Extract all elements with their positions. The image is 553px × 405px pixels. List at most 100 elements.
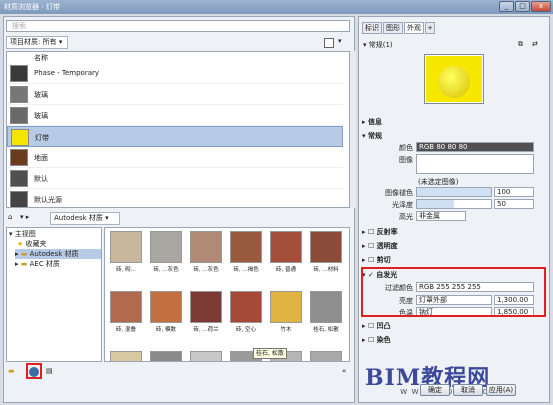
material-tile[interactable]: 砖, ...荷兰 — [187, 291, 225, 343]
preview-background — [426, 56, 482, 102]
tree-item-aec[interactable]: ▸ ▬ AEC 材质 — [15, 259, 60, 269]
material-tile[interactable]: 砖, ...灰色 — [187, 231, 225, 283]
close-button[interactable]: x — [531, 1, 551, 12]
material-swatch — [11, 129, 29, 146]
section-info[interactable]: ▸ 信息 — [362, 116, 544, 128]
minimize-button[interactable]: _ — [499, 1, 514, 12]
library-bar: ⌂ ▾ ▸ Autodesk 材质 ▾ — [6, 212, 350, 225]
section-tint-label: 染色 — [376, 336, 391, 344]
section-bump-label: 凹凸 — [376, 322, 391, 330]
tile-swatch — [150, 231, 182, 263]
search-input[interactable]: 搜索 — [6, 20, 350, 32]
gloss-slider[interactable] — [416, 199, 492, 209]
material-tile[interactable]: 砖, 普通 — [267, 231, 305, 283]
tab-add[interactable]: + — [425, 22, 435, 34]
maximize-button[interactable]: □ — [515, 1, 530, 12]
material-name: 常规(1) — [368, 41, 393, 49]
nav-arrow-icon[interactable]: ▾ ▸ — [20, 213, 29, 221]
duplicate-icon[interactable]: ⧉ — [518, 40, 523, 49]
replace-icon[interactable]: ⇄ — [532, 40, 538, 48]
color-field[interactable]: RGB 80 80 80 — [416, 142, 534, 152]
collapse-icon[interactable]: « — [342, 367, 346, 375]
list-item[interactable]: 默认 — [7, 168, 343, 189]
material-tile[interactable]: 桂石, 松散 — [307, 291, 345, 343]
tile-caption: 砖, ...灰色 — [153, 267, 179, 273]
tile-swatch — [150, 291, 182, 323]
tile-caption: 竹木 — [280, 327, 292, 333]
gloss-value[interactable]: 50 — [494, 199, 534, 209]
window-title: 材质浏览器 - 灯带 — [4, 3, 60, 11]
apply-button[interactable]: 应用(A) — [486, 384, 516, 396]
view-options-icon[interactable]: ▾ — [338, 37, 342, 45]
cancel-button[interactable]: 取消 — [453, 384, 483, 396]
preview-sphere — [438, 66, 470, 98]
panel-icon[interactable]: ▤ — [46, 367, 53, 375]
library-tree: ▾ 主视图 ★ 收藏夹 ▸ ▬ Autodesk 材质 ▸ ▬ AEC 材质 — [6, 227, 102, 362]
gloss-label: 光泽度 — [392, 201, 413, 209]
fade-slider[interactable] — [416, 187, 492, 197]
project-row: 项目材质: 所有 ▾ ▾ — [6, 36, 350, 49]
material-preview[interactable] — [424, 54, 484, 104]
list-item[interactable]: 玻璃 — [7, 105, 343, 126]
material-tile[interactable]: 砖, 模数 — [147, 291, 185, 343]
tile-swatch — [230, 231, 262, 263]
tile-swatch — [310, 351, 342, 361]
material-tile[interactable]: 砖, ...材料 — [307, 231, 345, 283]
tile-swatch — [310, 291, 342, 323]
highlight-dropdown[interactable]: 非金属 — [416, 211, 466, 221]
tree-item-label: Autodesk 材质 — [29, 250, 79, 258]
material-tile[interactable]: 砖, 砌... — [107, 231, 145, 283]
tab-identity[interactable]: 标识 — [362, 22, 382, 34]
list-item[interactable]: 地面 — [7, 147, 343, 168]
highlight-label: 高光 — [399, 213, 413, 221]
material-tile[interactable] — [187, 351, 225, 361]
project-filter-dropdown[interactable]: 项目材质: 所有 ▾ — [6, 36, 68, 49]
section-transparency-label: 透明度 — [376, 242, 398, 250]
section-cutout[interactable]: ▸ ☐ 剪切 — [362, 254, 544, 266]
material-tile[interactable]: 砖, ...灰色 — [147, 231, 185, 283]
section-reflect[interactable]: ▸ ☐ 反射率 — [362, 226, 544, 238]
list-item[interactable]: 玻璃 — [7, 84, 343, 105]
tile-caption: 砖, ...灰色 — [193, 267, 219, 273]
list-scrollbar[interactable] — [350, 51, 356, 208]
material-tile[interactable] — [307, 351, 345, 361]
tree-item-label: AEC 材质 — [29, 260, 60, 268]
tile-caption: 砖, 空心 — [236, 327, 256, 333]
home-icon[interactable]: ⌂ — [8, 213, 12, 221]
section-tint[interactable]: ▸ ☐ 染色 — [362, 334, 544, 346]
tree-item-favorites[interactable]: ★ 收藏夹 — [17, 239, 47, 249]
view-toggle-icon[interactable] — [324, 38, 334, 48]
section-transparency[interactable]: ▸ ☐ 透明度 — [362, 240, 544, 252]
material-list: 名称 Phase - Temporary 玻璃 玻璃 灯带 地面 默认 默认光源 — [6, 51, 350, 208]
list-item-label: 灯带 — [35, 134, 49, 142]
list-item[interactable]: 灯带 — [7, 126, 343, 147]
list-item[interactable]: 默认光源 — [7, 189, 343, 207]
material-swatch — [10, 149, 28, 166]
tab-appearance[interactable]: 外观 — [404, 22, 424, 34]
tile-caption: 砖, ...荷兰 — [193, 327, 219, 333]
dialog-buttons: 确定 取消 应用(A) — [420, 384, 516, 396]
tree-item-autodesk[interactable]: ▸ ▬ Autodesk 材质 — [15, 249, 101, 259]
material-tile[interactable]: 竹木 — [267, 291, 305, 343]
folder-add-icon[interactable]: ▬ — [8, 367, 15, 375]
tile-swatch — [190, 231, 222, 263]
fade-value[interactable]: 100 — [494, 187, 534, 197]
material-tile[interactable]: 砖, 混叠 — [107, 291, 145, 343]
material-tile[interactable]: 砖, ...褐色 — [227, 231, 265, 283]
library-dropdown[interactable]: Autodesk 材质 ▾ — [50, 212, 120, 225]
image-field[interactable] — [416, 154, 534, 174]
tile-swatch — [270, 291, 302, 323]
highlight-box — [26, 363, 42, 379]
section-bump[interactable]: ▸ ☐ 凹凸 — [362, 320, 544, 332]
material-tile[interactable]: 砖, 空心 — [227, 291, 265, 343]
section-general-label: 常规 — [367, 132, 382, 140]
list-item[interactable]: Phase - Temporary — [7, 63, 343, 84]
section-general[interactable]: ▾ 常规 — [362, 130, 544, 142]
tab-graphics[interactable]: 图形 — [383, 22, 403, 34]
material-tile[interactable] — [107, 351, 145, 361]
collapse-arrow-icon[interactable]: ▾ — [363, 41, 367, 49]
ok-button[interactable]: 确定 — [420, 384, 450, 396]
section-cutout-label: 剪切 — [376, 256, 391, 264]
material-tile[interactable] — [147, 351, 185, 361]
tree-root[interactable]: ▾ 主视图 — [9, 229, 36, 239]
